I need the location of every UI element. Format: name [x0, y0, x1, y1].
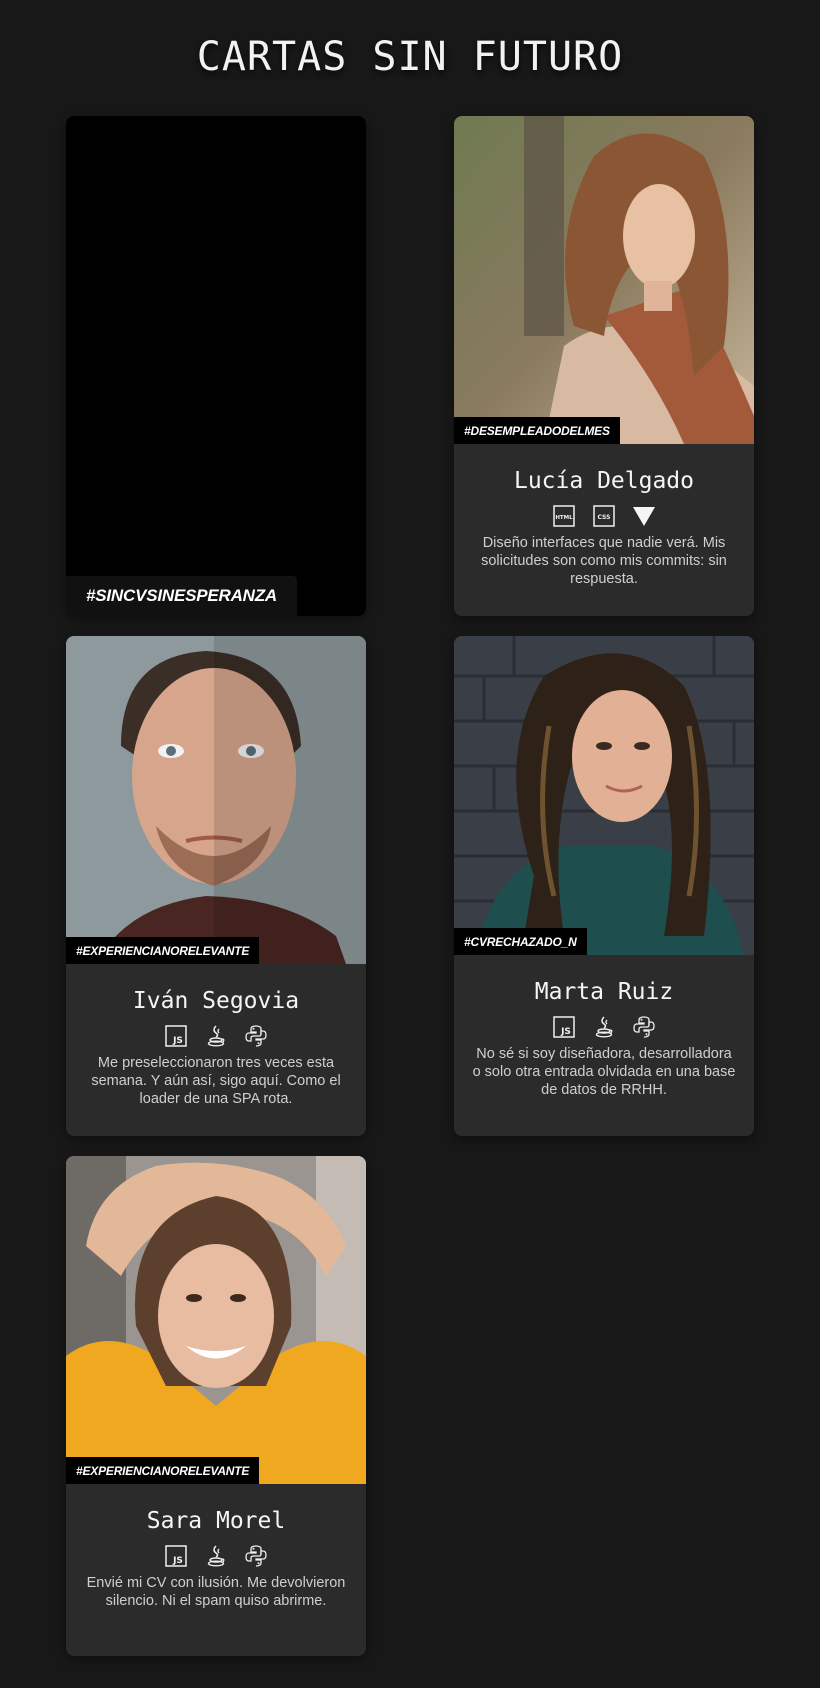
python-icon — [244, 1544, 268, 1568]
profile-card-blank[interactable]: #SINCVSINESPERANZA — [66, 116, 366, 616]
svg-text:JS: JS — [560, 1027, 571, 1037]
profile-card[interactable]: #CVRECHAZADO_N Marta Ruiz JS No sé si so… — [454, 636, 754, 1136]
svg-text:JS: JS — [172, 1556, 183, 1566]
svg-text:HTML: HTML — [555, 515, 573, 521]
javascript-icon: JS — [164, 1544, 188, 1568]
profile-name: Lucía Delgado — [513, 468, 694, 494]
profile-description: Envié mi CV con ilusión. Me devolvieron … — [86, 1575, 346, 1609]
profile-name: Sara Morel — [146, 1508, 286, 1534]
python-icon — [632, 1015, 656, 1039]
javascript-icon: JS — [552, 1015, 576, 1039]
hashtag-label: #CVRECHAZADO_N — [454, 928, 587, 955]
profile-name: Marta Ruiz — [534, 979, 674, 1005]
profile-description: No sé si soy diseñadora, desarrolladora … — [472, 1046, 736, 1098]
profile-name: Iván Segovia — [132, 988, 300, 1014]
page-title: CARTAS SIN FUTURO — [196, 34, 624, 80]
java-icon — [204, 1544, 228, 1568]
tech-icons: HTML CSS — [454, 504, 754, 528]
profile-photo: #CVRECHAZADO_N — [454, 636, 754, 955]
profile-photo: #EXPERIENCIANORELEVANTE — [66, 1156, 366, 1484]
hashtag-label: #EXPERIENCIANORELEVANTE — [66, 1457, 260, 1484]
profile-card[interactable]: #DESEMPLEADODELMES Lucía Delgado HTML CS… — [454, 116, 754, 616]
hashtag-label: #DESEMPLEADODELMES — [454, 417, 620, 444]
java-icon — [592, 1015, 616, 1039]
python-icon — [244, 1024, 268, 1048]
hashtag-label: #EXPERIENCIANORELEVANTE — [66, 937, 260, 964]
svg-text:CSS: CSS — [598, 514, 611, 521]
java-icon — [204, 1024, 228, 1048]
tech-icons: JS — [66, 1024, 366, 1048]
vue-icon — [632, 504, 656, 528]
tech-icons: JS — [454, 1015, 754, 1039]
profile-photo: #EXPERIENCIANORELEVANTE — [66, 636, 366, 964]
svg-text:JS: JS — [172, 1036, 183, 1046]
profile-description: Diseño interfaces que nadie verá. Mis so… — [481, 535, 727, 587]
hashtag-label: #SINCVSINESPERANZA — [66, 576, 297, 616]
javascript-icon: JS — [164, 1024, 188, 1048]
tech-icons: JS — [66, 1544, 366, 1568]
profile-card[interactable]: #EXPERIENCIANORELEVANTE Sara Morel JS En… — [66, 1156, 366, 1656]
profile-card[interactable]: #EXPERIENCIANORELEVANTE Iván Segovia JS … — [66, 636, 366, 1136]
profile-photo: #DESEMPLEADODELMES — [454, 116, 754, 444]
html5-icon: HTML — [552, 504, 576, 528]
css3-icon: CSS — [592, 504, 616, 528]
profile-description: Me preseleccionaron tres veces esta sema… — [91, 1055, 341, 1107]
